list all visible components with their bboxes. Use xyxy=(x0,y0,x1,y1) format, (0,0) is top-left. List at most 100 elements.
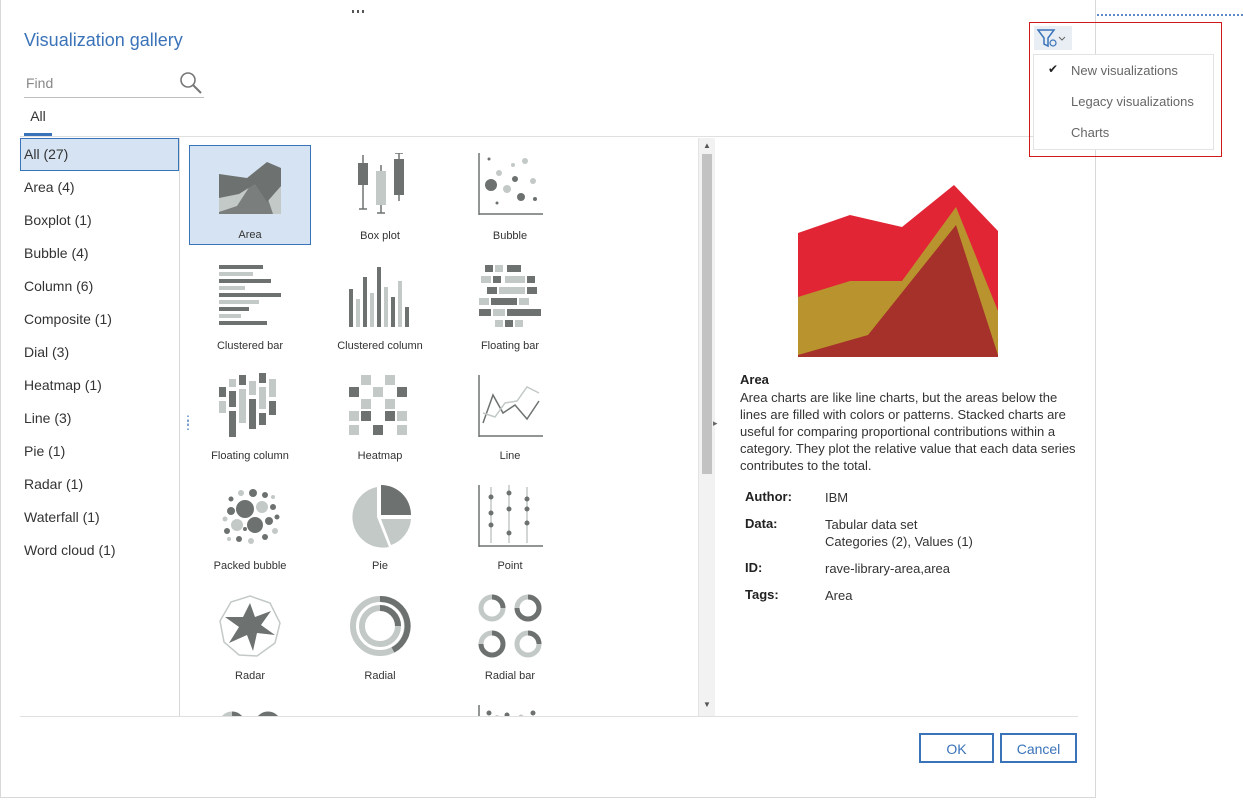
radial-chart-icon xyxy=(350,595,411,656)
tab-divider xyxy=(20,136,1078,137)
box-plot-icon xyxy=(358,153,404,214)
menu-item-legacy-visualizations[interactable]: Legacy visualizations xyxy=(1034,86,1213,117)
category-item-pie[interactable]: Pie (1) xyxy=(20,435,179,468)
category-item-boxplot[interactable]: Boxplot (1) xyxy=(20,204,179,237)
packed-bubble-icon xyxy=(222,489,280,544)
footer-divider xyxy=(20,716,1078,717)
area-chart-icon xyxy=(219,162,281,214)
pie-chart-icon xyxy=(352,485,411,548)
menu-item-label: New visualizations xyxy=(1071,63,1178,78)
detail-description: Area charts are like line charts, but th… xyxy=(740,390,1076,473)
tab-all[interactable]: All xyxy=(24,108,52,136)
gallery-tile-partial[interactable] xyxy=(319,695,441,716)
menu-item-new-visualizations[interactable]: ✔ New visualizations xyxy=(1034,55,1213,86)
gallery-tile-line[interactable]: Line xyxy=(449,365,571,465)
data-value-line1: Tabular data set xyxy=(825,517,918,532)
gallery-tile-partial[interactable] xyxy=(189,695,311,716)
gallery-tile-point[interactable]: Point xyxy=(449,475,571,575)
gallery-tile-pie[interactable]: Pie xyxy=(319,475,441,575)
search-icon[interactable] xyxy=(178,70,204,96)
gallery-tile-floating-column[interactable]: Floating column xyxy=(189,365,311,465)
dialog-title: Visualization gallery xyxy=(24,30,183,50)
clustered-bar-icon xyxy=(219,265,281,325)
tile-label: Radial xyxy=(364,670,396,682)
category-item-line[interactable]: Line (3) xyxy=(20,402,179,435)
data-value-line2: Categories (2), Values (1) xyxy=(825,534,973,549)
author-value: IBM xyxy=(825,490,849,505)
category-item-column[interactable]: Column (6) xyxy=(20,270,179,303)
gallery-tile-floating-bar[interactable]: Floating bar xyxy=(449,255,571,355)
scroll-up-icon[interactable]: ▲ xyxy=(703,141,711,150)
gallery-tile-radar[interactable]: Radar xyxy=(189,585,311,685)
chevron-right-icon[interactable]: ▸ xyxy=(713,418,718,429)
menu-item-label: Legacy visualizations xyxy=(1071,94,1194,109)
category-item-word-cloud[interactable]: Word cloud (1) xyxy=(20,534,179,567)
id-value: rave-library-area,area xyxy=(825,561,950,576)
gallery-tile-box-plot[interactable]: Box plot xyxy=(319,145,441,245)
tile-label: Radar xyxy=(235,670,265,682)
gallery-tile-clustered-column[interactable]: Clustered column xyxy=(319,255,441,355)
tab-all-label: All xyxy=(30,108,46,124)
category-item-composite[interactable]: Composite (1) xyxy=(20,303,179,336)
category-item-waterfall[interactable]: Waterfall (1) xyxy=(20,501,179,534)
category-item-radar[interactable]: Radar (1) xyxy=(20,468,179,501)
data-label: Data: xyxy=(745,516,778,531)
tile-label: Radial bar xyxy=(484,670,536,682)
gallery-tile-bubble[interactable]: Bubble xyxy=(449,145,571,245)
tile-label: Box plot xyxy=(360,230,400,242)
category-item-all[interactable]: All (27) xyxy=(20,138,179,171)
tile-label: Heatmap xyxy=(357,450,403,462)
checkmark-icon: ✔ xyxy=(1048,62,1059,76)
category-item-bubble[interactable]: Bubble (4) xyxy=(20,237,179,270)
filter-button[interactable] xyxy=(1034,26,1072,50)
dotted-guide xyxy=(1097,14,1243,16)
scatter-icon xyxy=(478,705,536,716)
menu-item-label: Charts xyxy=(1071,125,1110,140)
tile-label: Area xyxy=(238,229,262,241)
tile-label: Pie xyxy=(372,560,388,572)
bubble-chart-icon xyxy=(478,153,543,215)
cancel-button[interactable]: Cancel xyxy=(1000,733,1077,763)
menu-item-charts[interactable]: Charts xyxy=(1034,117,1213,148)
area-preview-image xyxy=(798,185,998,357)
gallery-tile-area[interactable]: Area xyxy=(189,145,311,245)
search-box xyxy=(24,68,204,98)
ok-button[interactable]: OK xyxy=(919,733,994,763)
tile-label: Clustered column xyxy=(337,340,423,352)
tile-label: Point xyxy=(497,560,523,572)
top-edge-marks xyxy=(352,0,380,13)
radar-chart-icon xyxy=(219,595,281,657)
tile-label: Packed bubble xyxy=(213,560,287,572)
tile-label: Floating column xyxy=(211,450,289,462)
gallery-tile-packed-bubble[interactable]: Packed bubble xyxy=(189,475,311,575)
gallery-grid: Area Box plot Bubble Clustered bar Clust… xyxy=(180,138,698,716)
gallery-tile-radial[interactable]: Radial xyxy=(319,585,441,685)
filter-icon xyxy=(1036,29,1066,48)
tile-label: Clustered bar xyxy=(216,340,284,352)
chart-icon xyxy=(347,703,413,716)
radial-bar-icon xyxy=(478,594,542,658)
gallery-tile-heatmap[interactable]: Heatmap xyxy=(319,365,441,465)
floating-column-icon xyxy=(219,373,276,437)
tile-label: Bubble xyxy=(492,230,528,242)
category-item-area[interactable]: Area (4) xyxy=(20,171,179,204)
gallery-tile-radial-bar[interactable]: Radial bar xyxy=(449,585,571,685)
gallery-tile-partial[interactable] xyxy=(449,695,571,716)
category-item-heatmap[interactable]: Heatmap (1) xyxy=(20,369,179,402)
tags-value: Area xyxy=(825,588,853,603)
tile-label: Floating bar xyxy=(480,340,540,352)
floating-bar-icon xyxy=(479,265,541,327)
scroll-down-icon[interactable]: ▼ xyxy=(703,700,711,709)
clustered-column-icon xyxy=(349,267,409,327)
line-chart-icon xyxy=(478,375,543,437)
id-label: ID: xyxy=(745,560,763,575)
heatmap-icon xyxy=(349,375,407,435)
gallery-tile-clustered-bar[interactable]: Clustered bar xyxy=(189,255,311,355)
search-input[interactable] xyxy=(24,72,178,94)
scroll-thumb[interactable] xyxy=(702,154,712,474)
category-item-dial[interactable]: Dial (3) xyxy=(20,336,179,369)
filter-menu: ✔ New visualizations Legacy visualizatio… xyxy=(1033,54,1214,150)
author-label: Author: xyxy=(745,489,792,504)
tile-label: Line xyxy=(499,450,521,462)
category-list: All (27) Area (4) Boxplot (1) Bubble (4)… xyxy=(20,138,180,716)
